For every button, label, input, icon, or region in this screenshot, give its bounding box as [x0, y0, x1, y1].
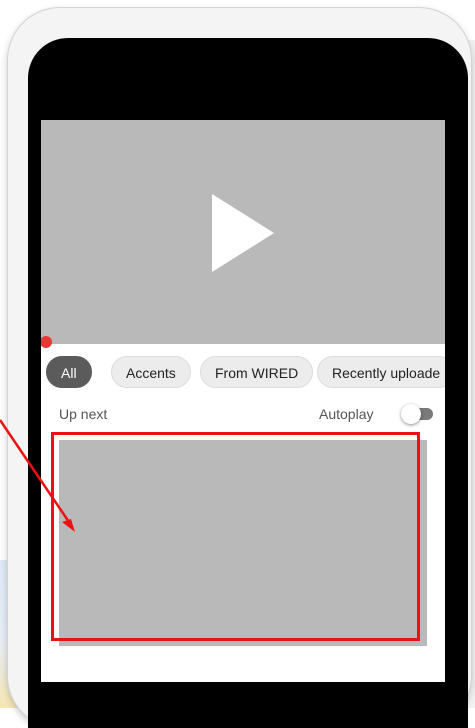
toggle-thumb: [401, 404, 421, 424]
up-next-label: Up next: [59, 406, 108, 422]
highlight-box: [51, 432, 420, 641]
autoplay-toggle[interactable]: [401, 404, 433, 424]
video-player[interactable]: [41, 120, 445, 344]
autoplay-label: Autoplay: [319, 406, 374, 422]
chip-recently-uploaded[interactable]: Recently uploade: [317, 356, 445, 388]
progress-scrubber[interactable]: [41, 336, 52, 348]
chip-from-wired[interactable]: From WIRED: [200, 356, 314, 388]
chip-accents[interactable]: Accents: [111, 356, 191, 388]
play-icon[interactable]: [212, 194, 274, 272]
filter-chips-bar: All Accents From WIRED Recently uploade: [41, 354, 445, 390]
chip-all[interactable]: All: [46, 356, 92, 388]
